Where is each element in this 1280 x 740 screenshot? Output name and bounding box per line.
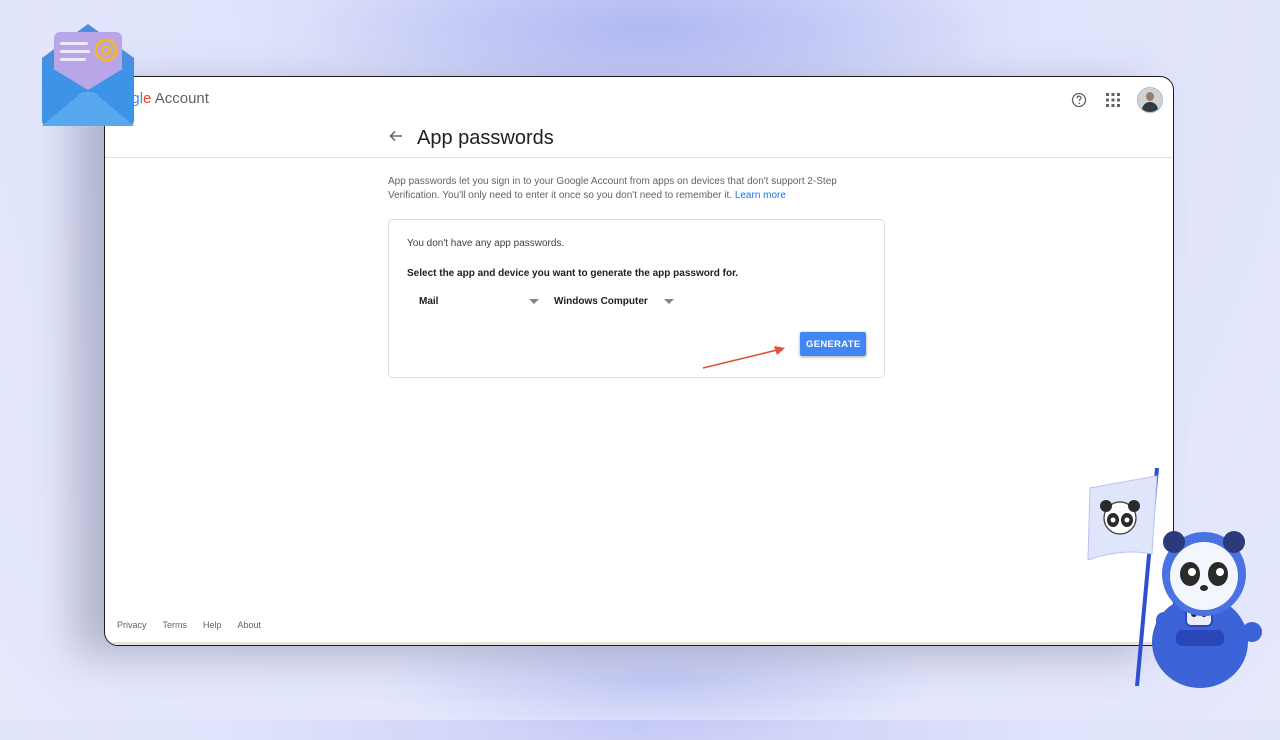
footer-links: Privacy Terms Help About	[117, 620, 261, 630]
footer-about-link[interactable]: About	[238, 620, 262, 630]
app-password-card: You don't have any app passwords. Select…	[388, 219, 885, 378]
footer-help-link[interactable]: Help	[203, 620, 222, 630]
description: App passwords let you sign in to your Go…	[388, 175, 888, 203]
window-bottom-edge	[105, 642, 1173, 645]
select-device-value: Windows Computer	[554, 295, 648, 307]
avatar-head	[1146, 92, 1154, 101]
browser-window: ogle Account App pa	[104, 76, 1174, 646]
panda-astronaut-mascot	[1087, 467, 1262, 688]
account-avatar[interactable]	[1137, 87, 1163, 113]
avatar-body	[1142, 102, 1158, 112]
select-device-dropdown[interactable]: Windows Computer	[554, 292, 674, 310]
annotation-arrow	[702, 346, 785, 369]
apps-grid-icon[interactable]	[1103, 90, 1123, 110]
top-bar-actions	[1069, 87, 1163, 113]
footer-terms-link[interactable]: Terms	[163, 620, 188, 630]
empty-state-message: You don't have any app passwords.	[407, 238, 565, 249]
mail-envelope-icon	[42, 24, 134, 126]
arrow-left-icon[interactable]	[388, 128, 408, 148]
chevron-down-icon	[664, 298, 674, 304]
instruction-text: Select the app and device you want to ge…	[407, 268, 739, 279]
brand-letter-e: e	[143, 90, 152, 107]
select-app-value: Mail	[419, 295, 439, 307]
page-title: App passwords	[417, 127, 554, 149]
footer-privacy-link[interactable]: Privacy	[117, 620, 147, 630]
chevron-down-icon	[529, 298, 539, 304]
brand-word: Account	[154, 90, 209, 107]
select-app-dropdown[interactable]: Mail	[419, 292, 539, 310]
page-header: App passwords	[105, 119, 1173, 158]
generate-button[interactable]: GENERATE	[800, 332, 866, 356]
help-circle-icon[interactable]	[1069, 90, 1089, 110]
learn-more-link[interactable]: Learn more	[735, 190, 786, 201]
